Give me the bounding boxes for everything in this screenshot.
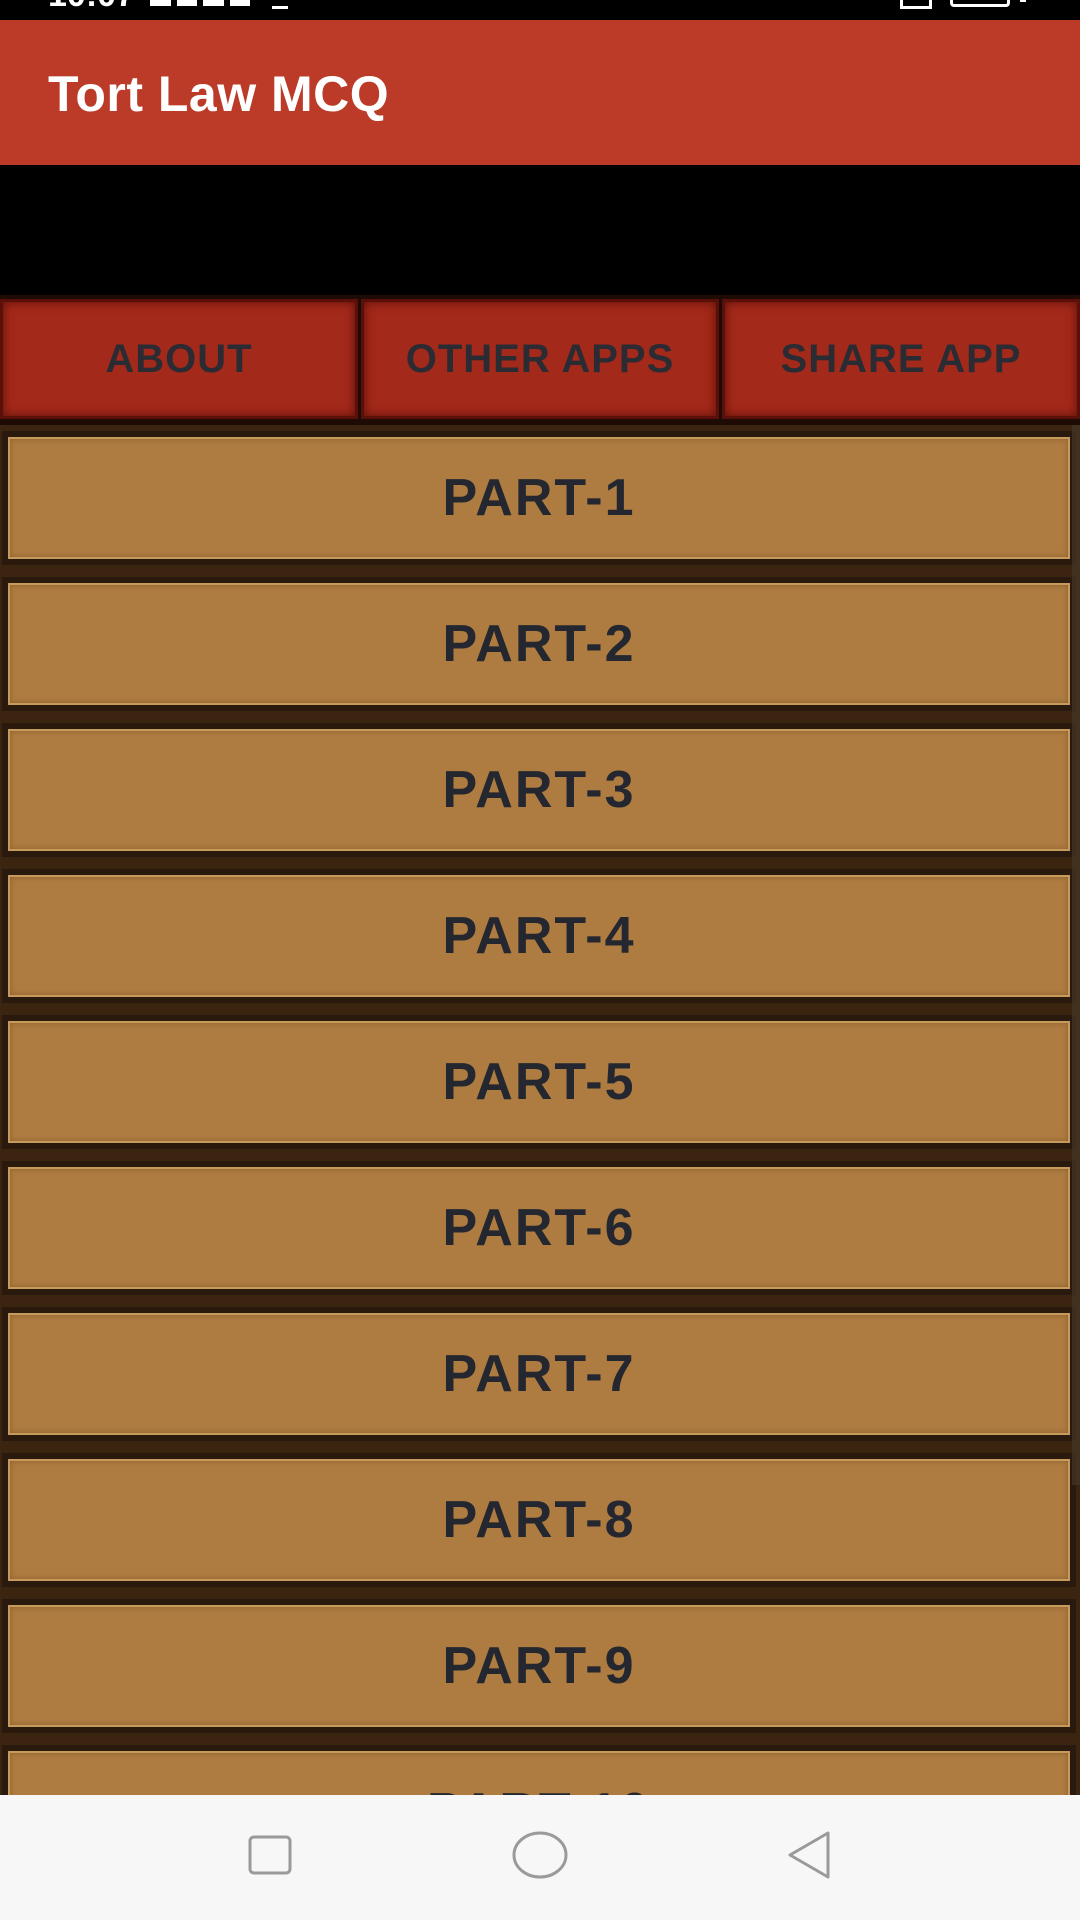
part-item-6[interactable]: PART-6 [8,1167,1070,1289]
screen: 10:07 Tort Law MCQ ABOUT OTHER APPS SHAR… [0,0,1080,1920]
back-button[interactable] [775,1825,845,1885]
part-label: PART-1 [442,469,636,527]
recents-button[interactable] [235,1825,305,1885]
part-label: PART-3 [442,761,636,819]
part-label: PART-5 [442,1053,636,1111]
status-icons [900,0,1040,9]
charging-icon [1020,0,1026,2]
share-app-button[interactable]: SHARE APP [722,299,1080,419]
home-button[interactable] [505,1825,575,1885]
part-item-7[interactable]: PART-7 [8,1313,1070,1435]
part-label: PART-7 [442,1345,636,1403]
app-bar: Tort Law MCQ [0,20,1080,165]
part-item-2[interactable]: PART-2 [8,583,1070,705]
part-label: PART-8 [442,1491,636,1549]
other-apps-button[interactable]: OTHER APPS [361,299,719,419]
wifi-icon [272,0,288,9]
part-item-3[interactable]: PART-3 [8,729,1070,851]
part-label: PART-2 [442,615,636,673]
vibrate-icon [900,0,932,9]
part-label: PART-6 [442,1199,636,1257]
status-bar: 10:07 [0,0,1080,20]
signal-icon [150,0,250,6]
navigation-bar [0,1795,1080,1920]
about-button[interactable]: ABOUT [0,299,358,419]
part-item-10[interactable]: PART-10 [8,1751,1070,1795]
status-time: 10:07 [48,0,135,12]
top-button-bar: ABOUT OTHER APPS SHARE APP [0,295,1080,425]
ad-banner[interactable] [0,165,1080,295]
scrollbar[interactable] [1072,425,1080,1485]
square-icon [248,1835,292,1875]
part-item-9[interactable]: PART-9 [8,1605,1070,1727]
part-item-1[interactable]: PART-1 [8,437,1070,559]
battery-icon [950,0,1010,7]
part-item-5[interactable]: PART-5 [8,1021,1070,1143]
app-title: Tort Law MCQ [48,66,390,122]
parts-list[interactable]: PART-1 PART-2 PART-3 PART-4 PART-5 PART-… [0,425,1080,1795]
triangle-back-icon [788,1831,830,1879]
circle-icon [512,1831,568,1879]
part-label: PART-9 [442,1637,636,1695]
part-item-4[interactable]: PART-4 [8,875,1070,997]
part-label: PART-10 [427,1782,651,1795]
part-item-8[interactable]: PART-8 [8,1459,1070,1581]
part-label: PART-4 [442,907,636,965]
